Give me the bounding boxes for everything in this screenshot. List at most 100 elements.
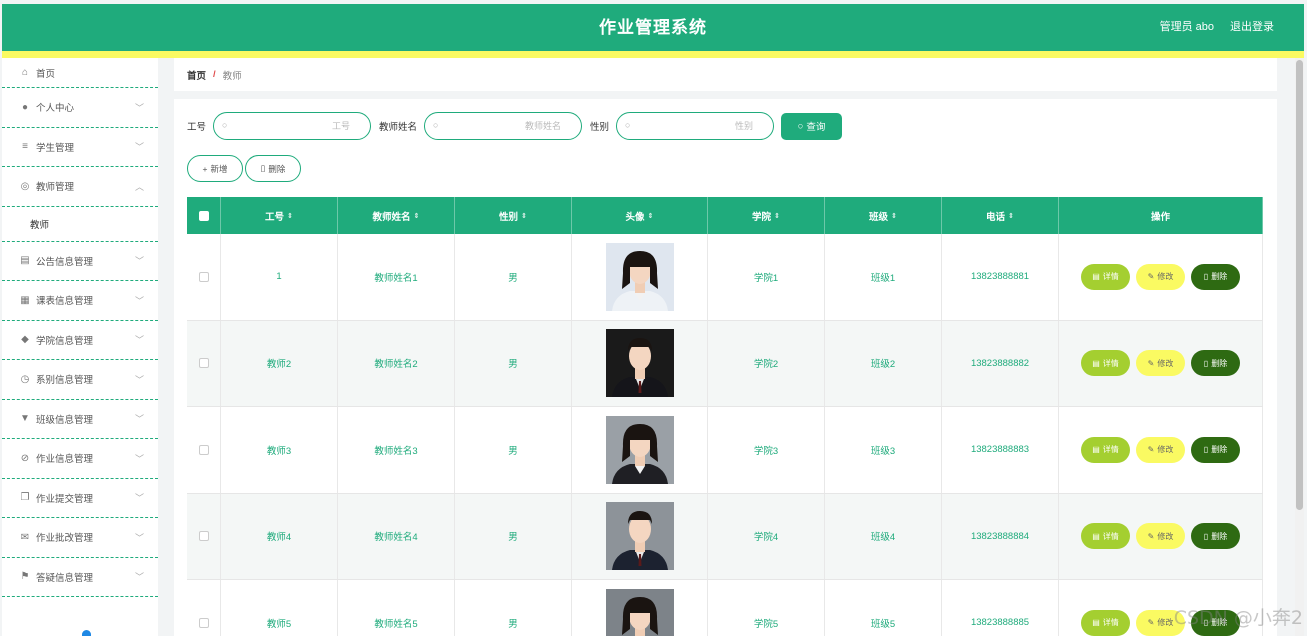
cell-id: 教师4 [221,493,338,579]
avatar[interactable] [605,329,674,398]
detail-label: 详情 [1102,445,1119,455]
edit-button[interactable]: ✎ 修改 [1136,350,1185,377]
avatar[interactable] [605,415,674,484]
search-input-name[interactable] [445,118,562,134]
edit-label: 修改 [1157,445,1174,455]
breadcrumb-home[interactable]: 首页 [187,68,206,82]
search-bar: 工号 ○ 教师姓名 ○ 性别 ○ ○ 查询 [187,112,843,140]
chevron-down-icon: ﹀ [134,374,144,385]
sidebar-item[interactable]: ◷ 系别信息管理 ﹀ [2,360,158,400]
chevron-down-icon: ﹀ [134,256,144,267]
delete-label: 删除 [1211,531,1228,541]
delete-button[interactable]: ▯ 删除 [1191,523,1240,550]
query-button[interactable]: ○ 查询 [781,112,843,140]
row-checkbox[interactable] [198,531,209,542]
column-label: 操作 [1150,211,1170,223]
cell-sex: 男 [455,580,572,636]
logout-link[interactable]: 退出登录 [1230,4,1274,51]
column-header-name[interactable]: 教师姓名 ⇕ [338,197,455,234]
sort-icon[interactable]: ⇕ [774,212,780,220]
column-header-id[interactable]: 工号 ⇕ [221,197,338,234]
sidebar-item[interactable]: ❐ 作业提交管理 ﹀ [2,479,158,518]
cell-avatar [572,493,708,579]
sort-icon[interactable]: ⇕ [1008,212,1014,220]
avatar[interactable] [605,502,674,571]
delete-button[interactable]: ▯ 删除 [1191,350,1240,377]
sidebar-item[interactable]: ⚑ 答疑信息管理 ﹀ [2,558,158,597]
sidebar-item[interactable]: ▦ 课表信息管理 ﹀ [2,281,158,321]
column-header-college[interactable]: 学院 ⇕ [708,197,825,234]
edit-label: 修改 [1157,531,1174,541]
main-content: 首页 / 教师 工号 ○ 教师姓名 ○ 性别 ○ ○ 查询 [174,58,1277,636]
sidebar-scroll-indicator[interactable] [82,630,91,636]
scrollbar-thumb[interactable] [1296,60,1303,510]
column-header-phone[interactable]: 电话 ⇕ [942,197,1059,234]
pencil-icon: ✎ [1147,618,1155,628]
avatar[interactable] [605,588,674,636]
cell-avatar [572,234,708,320]
detail-button[interactable]: ▤ 详情 [1081,263,1130,290]
delete-button[interactable]: ▯ 删除 [1191,263,1240,290]
cell-avatar [572,320,708,406]
column-label: 教师姓名 [372,211,411,223]
search-field-id: ○ [213,112,372,140]
sidebar-item-label: 公告信息管理 [36,256,94,268]
sidebar-item[interactable]: ⊘ 作业信息管理 ﹀ [2,439,158,479]
grid-icon: ▦ [20,294,30,306]
detail-button[interactable]: ▤ 详情 [1081,436,1130,463]
delete-label: 删除 [1211,358,1228,368]
sort-icon[interactable]: ⇕ [891,212,897,220]
sort-icon[interactable]: ⇕ [521,212,527,220]
row-checkbox[interactable] [198,358,209,369]
column-header-class[interactable]: 班级 ⇕ [825,197,942,234]
edit-button[interactable]: ✎ 修改 [1136,263,1185,290]
sidebar: ⌂ 首页 ● 个人中心 ﹀ ≡ 学生管理 ﹀ ◎ 教师管理 ︿ 教师 ▤ 公告信息管理 ﹀ ▦ 课表信息管理 ﹀ ◆… [2,58,158,636]
search-input-id[interactable] [234,118,351,134]
row-checkbox[interactable] [198,444,209,455]
detail-button[interactable]: ▤ 详情 [1081,523,1130,550]
cell-sex: 男 [455,234,572,320]
search-icon: ○ [222,120,228,130]
select-all-checkbox[interactable] [198,210,209,221]
cell-class: 班级3 [825,407,942,493]
sidebar-item[interactable]: ▤ 公告信息管理 ﹀ [2,242,158,281]
detail-button[interactable]: ▤ 详情 [1081,350,1130,377]
flag-icon: ⚑ [20,571,30,583]
cell-phone: 13823888881 [942,234,1059,320]
column-label: 班级 [869,211,889,223]
sidebar-item-label: 学生管理 [36,142,75,154]
column-header-sex[interactable]: 性别 ⇕ [455,197,572,234]
edit-button[interactable]: ✎ 修改 [1136,523,1185,550]
sort-icon[interactable]: ⇕ [287,212,293,220]
row-checkbox[interactable] [198,271,209,282]
add-button[interactable]: + 新增 [187,155,243,182]
table-body: 1 教师姓名1 男学院1 班级1 13823888881 ▤ 详情 ✎ 修改 ▯ 删除 教师2 教师姓名… [187,234,1263,636]
globe-icon: ◎ [20,180,30,192]
plus-icon: + [202,163,208,174]
sidebar-item[interactable]: ▼ 班级信息管理 ﹀ [2,400,158,439]
delete-button[interactable]: ▯ 删除 [1191,436,1240,463]
column-header-avatar[interactable]: 头像 ⇕ [572,197,708,234]
header-accent-bar [2,51,1304,58]
sidebar-item[interactable]: ◎ 教师管理 ︿ [2,167,158,207]
sidebar-item[interactable]: ◆ 学院信息管理 ﹀ [2,321,158,360]
sort-icon[interactable]: ⇕ [414,212,420,220]
page-scrollbar[interactable] [1295,58,1304,636]
cell-avatar [572,407,708,493]
edit-button[interactable]: ✎ 修改 [1136,436,1185,463]
sidebar-item[interactable]: ⌂ 首页 [2,58,158,88]
sidebar-item-label: 系别信息管理 [36,375,94,387]
sidebar-item[interactable]: ✉ 作业批改管理 ﹀ [2,518,158,558]
list-panel: 工号 ○ 教师姓名 ○ 性别 ○ ○ 查询 + 新增 [174,99,1277,636]
column-label: 头像 [625,211,645,223]
batch-delete-button[interactable]: ▯ 删除 [245,155,301,182]
detail-button[interactable]: ▤ 详情 [1081,609,1130,636]
row-select-cell [187,580,221,636]
search-input-sex[interactable] [637,118,754,134]
sort-icon[interactable]: ⇕ [648,212,654,220]
sidebar-subitem[interactable]: 教师 [2,207,158,242]
sidebar-item[interactable]: ● 个人中心 ﹀ [2,88,158,128]
sidebar-item[interactable]: ≡ 学生管理 ﹀ [2,128,158,167]
row-checkbox[interactable] [198,617,209,628]
avatar[interactable] [605,242,674,311]
